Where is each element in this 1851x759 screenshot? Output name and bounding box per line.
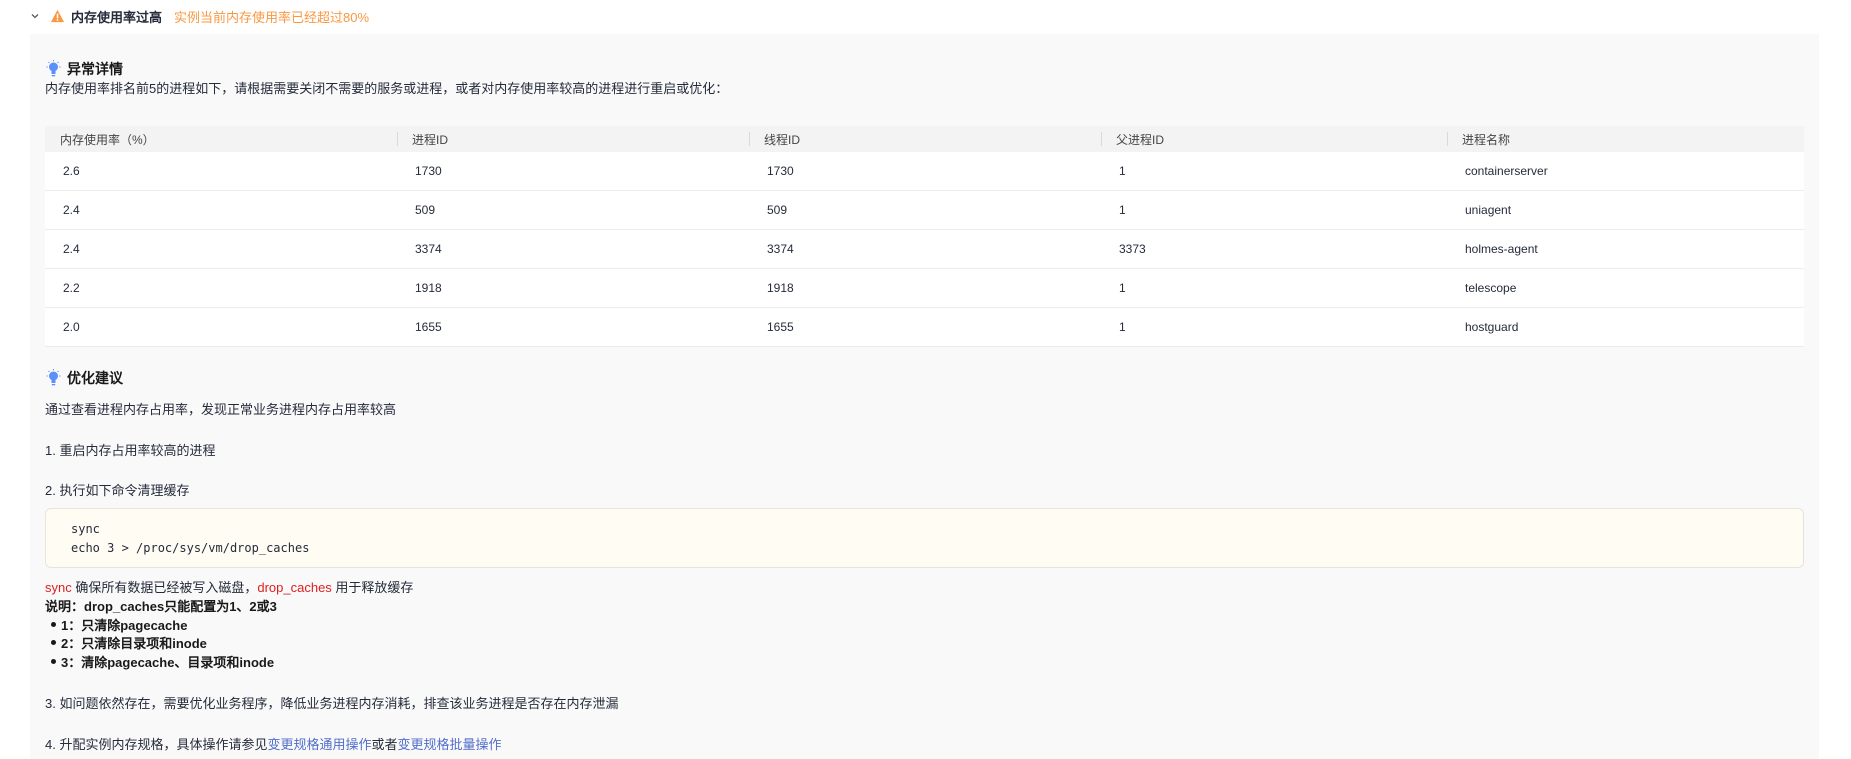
alert-message: 实例当前内存使用率已经超过80% — [174, 9, 370, 25]
note-text: 确保所有数据已经被写入磁盘， — [71, 580, 258, 595]
cell-process-name: uniagent — [1465, 203, 1512, 217]
column-header-process-name: 进程名称 — [1447, 126, 1804, 152]
cell-memory-usage: 2.0 — [63, 320, 80, 334]
cell-memory-usage: 2.6 — [63, 164, 80, 178]
cell-tid: 1655 — [767, 320, 794, 334]
cell-pid: 1918 — [415, 281, 442, 295]
alert-title: 内存使用率过高 — [71, 9, 163, 25]
cell-pid: 1730 — [415, 164, 442, 178]
details-description: 内存使用率排名前5的进程如下，请根据需要关闭不需要的服务或进程，或者对内存使用率… — [45, 81, 729, 96]
detail-panel: 异常详情 内存使用率排名前5的进程如下，请根据需要关闭不需要的服务或进程，或者对… — [30, 34, 1819, 759]
suggestion-step-1: 1. 重启内存占用率较高的进程 — [45, 443, 216, 458]
cell-process-name: holmes-agent — [1465, 242, 1538, 256]
details-title: 异常详情 — [67, 61, 123, 77]
suggestion-step-4: 4. 升配实例内存规格，具体操作请参见变更规格通用操作或者变更规格批量操作 — [45, 737, 502, 752]
alert-header[interactable]: 内存使用率过高 实例当前内存使用率已经超过80% — [30, 6, 369, 26]
keyword-sync: sync — [45, 580, 72, 595]
cell-tid: 509 — [767, 203, 788, 217]
note-text: 用于释放缓存 — [331, 580, 414, 595]
cell-ppid: 1 — [1119, 281, 1126, 295]
code-line: sync — [71, 522, 100, 536]
code-block[interactable]: sync echo 3 > /proc/sys/vm/drop_caches — [45, 508, 1804, 568]
table-row: 2.4 3374 3374 3373 holmes-agent — [45, 230, 1804, 269]
cell-tid: 1918 — [767, 281, 794, 295]
table-row: 2.2 1918 1918 1 telescope — [45, 269, 1804, 308]
cell-process-name: hostguard — [1465, 320, 1519, 334]
resize-batch-link[interactable]: 变更规格批量操作 — [398, 737, 502, 752]
suggestion-intro: 通过查看进程内存占用率，发现正常业务进程内存占用率较高 — [45, 402, 397, 417]
cell-pid: 509 — [415, 203, 436, 217]
table-header: 内存使用率（%） 进程ID 线程ID 父进程ID 进程名称 — [45, 126, 1804, 152]
list-item: 3：清除pagecache、目录项和inode — [51, 652, 274, 671]
table-row: 2.4 509 509 1 uniagent — [45, 191, 1804, 230]
lightbulb-icon — [46, 60, 61, 77]
lightbulb-icon — [46, 369, 61, 386]
column-header-pid: 进程ID — [397, 126, 749, 152]
code-line: echo 3 > /proc/sys/vm/drop_caches — [71, 541, 310, 555]
cell-memory-usage: 2.4 — [63, 242, 80, 256]
chevron-down-icon[interactable] — [30, 11, 40, 21]
bullet-icon — [51, 640, 56, 645]
bullet-icon — [51, 622, 56, 627]
cell-ppid: 1 — [1119, 164, 1126, 178]
bullet-icon — [51, 659, 56, 664]
drop-caches-explanation: 说明：drop_caches只能配置为1、2或3 — [45, 599, 277, 614]
cell-memory-usage: 2.2 — [63, 281, 80, 295]
table-row: 2.0 1655 1655 1 hostguard — [45, 308, 1804, 347]
keyword-drop-caches: drop_caches — [257, 580, 332, 595]
column-header-memory-usage: 内存使用率（%） — [60, 132, 155, 147]
warning-icon — [50, 9, 65, 23]
suggestions-title: 优化建议 — [67, 370, 123, 386]
cell-pid: 1655 — [415, 320, 442, 334]
column-header-ppid: 父进程ID — [1101, 126, 1447, 152]
resize-general-link[interactable]: 变更规格通用操作 — [267, 737, 371, 752]
suggestion-step-3: 3. 如问题依然存在，需要优化业务程序，降低业务进程内存消耗，排查该业务进程是否… — [45, 696, 619, 711]
command-note: sync 确保所有数据已经被写入磁盘，drop_caches 用于释放缓存 — [45, 577, 413, 596]
cell-tid: 1730 — [767, 164, 794, 178]
cell-process-name: telescope — [1465, 281, 1517, 295]
cell-ppid: 1 — [1119, 203, 1126, 217]
column-header-tid: 线程ID — [749, 126, 1101, 152]
cell-ppid: 1 — [1119, 320, 1126, 334]
table-row: 2.6 1730 1730 1 containerserver — [45, 152, 1804, 191]
suggestions-section-title: 优化建议 — [46, 368, 123, 388]
cell-process-name: containerserver — [1465, 164, 1548, 178]
suggestion-step-2: 2. 执行如下命令清理缓存 — [45, 483, 190, 498]
list-item: 1：只清除pagecache — [51, 615, 187, 634]
cell-pid: 3374 — [415, 242, 442, 256]
list-item: 2：只清除目录项和inode — [51, 633, 207, 652]
cell-tid: 3374 — [767, 242, 794, 256]
details-section-title: 异常详情 — [46, 59, 123, 79]
process-table: 内存使用率（%） 进程ID 线程ID 父进程ID 进程名称 2.6 1730 1… — [45, 126, 1804, 347]
cell-memory-usage: 2.4 — [63, 203, 80, 217]
cell-ppid: 3373 — [1119, 242, 1146, 256]
